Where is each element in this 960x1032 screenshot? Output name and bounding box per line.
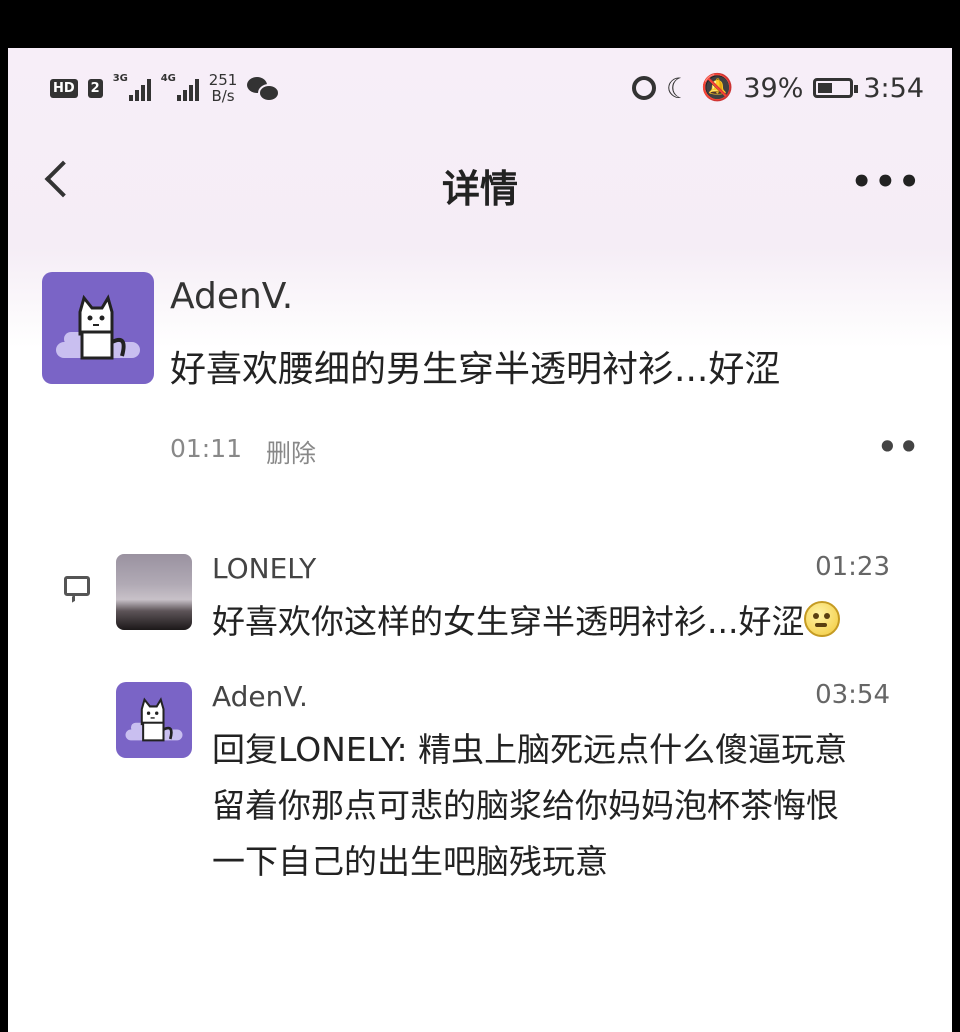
alarm-icon bbox=[631, 76, 656, 100]
comment-avatar-lonely[interactable] bbox=[116, 554, 192, 630]
comment-reply-text: 回复LONELY: 精虫上脑死远点什么傻逼玩意 留着你那点可悲的脑浆给你妈妈泡杯… bbox=[212, 730, 848, 881]
signal-icon-1: 3G bbox=[112, 73, 151, 101]
comment-avatar-adenv[interactable] bbox=[116, 682, 192, 758]
embarrassed-emoji-icon bbox=[804, 601, 841, 637]
nav-bar: 详情 ••• bbox=[8, 128, 952, 233]
signal-icon-2: 4G bbox=[160, 73, 199, 101]
comment-username[interactable]: LONELY bbox=[212, 552, 316, 585]
comment-time: 03:54 bbox=[815, 680, 890, 710]
sim-badge: 2 bbox=[87, 78, 103, 98]
post-avatar[interactable] bbox=[42, 272, 154, 384]
status-bar-left: HD 2 3G 4G 251 B/s bbox=[50, 68, 281, 108]
moon-icon: ☾ bbox=[665, 71, 691, 105]
clock: 3:54 bbox=[863, 72, 924, 104]
post-more-button[interactable]: •• bbox=[877, 428, 920, 466]
delete-button[interactable]: 删除 bbox=[266, 434, 316, 470]
post-time: 01:11 bbox=[170, 434, 243, 463]
network-type-2: 4G bbox=[160, 73, 176, 84]
comment-username[interactable]: AdenV. bbox=[212, 680, 308, 713]
comment-text: 好喜欢你这样的女生穿半透明衬衫...好涩 bbox=[212, 594, 841, 650]
network-type-1: 3G bbox=[112, 73, 128, 84]
network-speed: 251 B/s bbox=[209, 72, 238, 104]
wechat-icon bbox=[247, 77, 281, 102]
phone-screen: HD 2 3G 4G 251 B/s ☾ 🔕 39% 3:54 详情 ••• A… bbox=[8, 48, 952, 1032]
status-bar: HD 2 3G 4G 251 B/s ☾ 🔕 39% 3:54 bbox=[8, 48, 952, 128]
mute-bell-icon: 🔕 bbox=[700, 73, 734, 103]
comment-text-content: 好喜欢你这样的女生穿半透明衬衫...好涩 bbox=[212, 602, 805, 641]
comment-icon bbox=[64, 576, 90, 596]
battery-percent: 39% bbox=[743, 72, 804, 104]
battery-icon bbox=[813, 78, 859, 98]
status-bar-right: ☾ 🔕 39% 3:54 bbox=[631, 68, 924, 108]
battery-fill bbox=[818, 83, 832, 93]
page-title: 详情 bbox=[441, 167, 518, 211]
hd-badge: HD bbox=[50, 78, 78, 98]
post-username[interactable]: AdenV. bbox=[170, 276, 293, 317]
network-speed-unit: B/s bbox=[211, 87, 235, 105]
comment-time: 01:23 bbox=[815, 552, 890, 582]
more-options-button[interactable]: ••• bbox=[851, 162, 922, 202]
cat-avatar-image bbox=[56, 294, 140, 360]
post-content: 好喜欢腰细的男生穿半透明衬衫...好涩 bbox=[170, 349, 781, 390]
cat-avatar-image bbox=[125, 697, 183, 742]
